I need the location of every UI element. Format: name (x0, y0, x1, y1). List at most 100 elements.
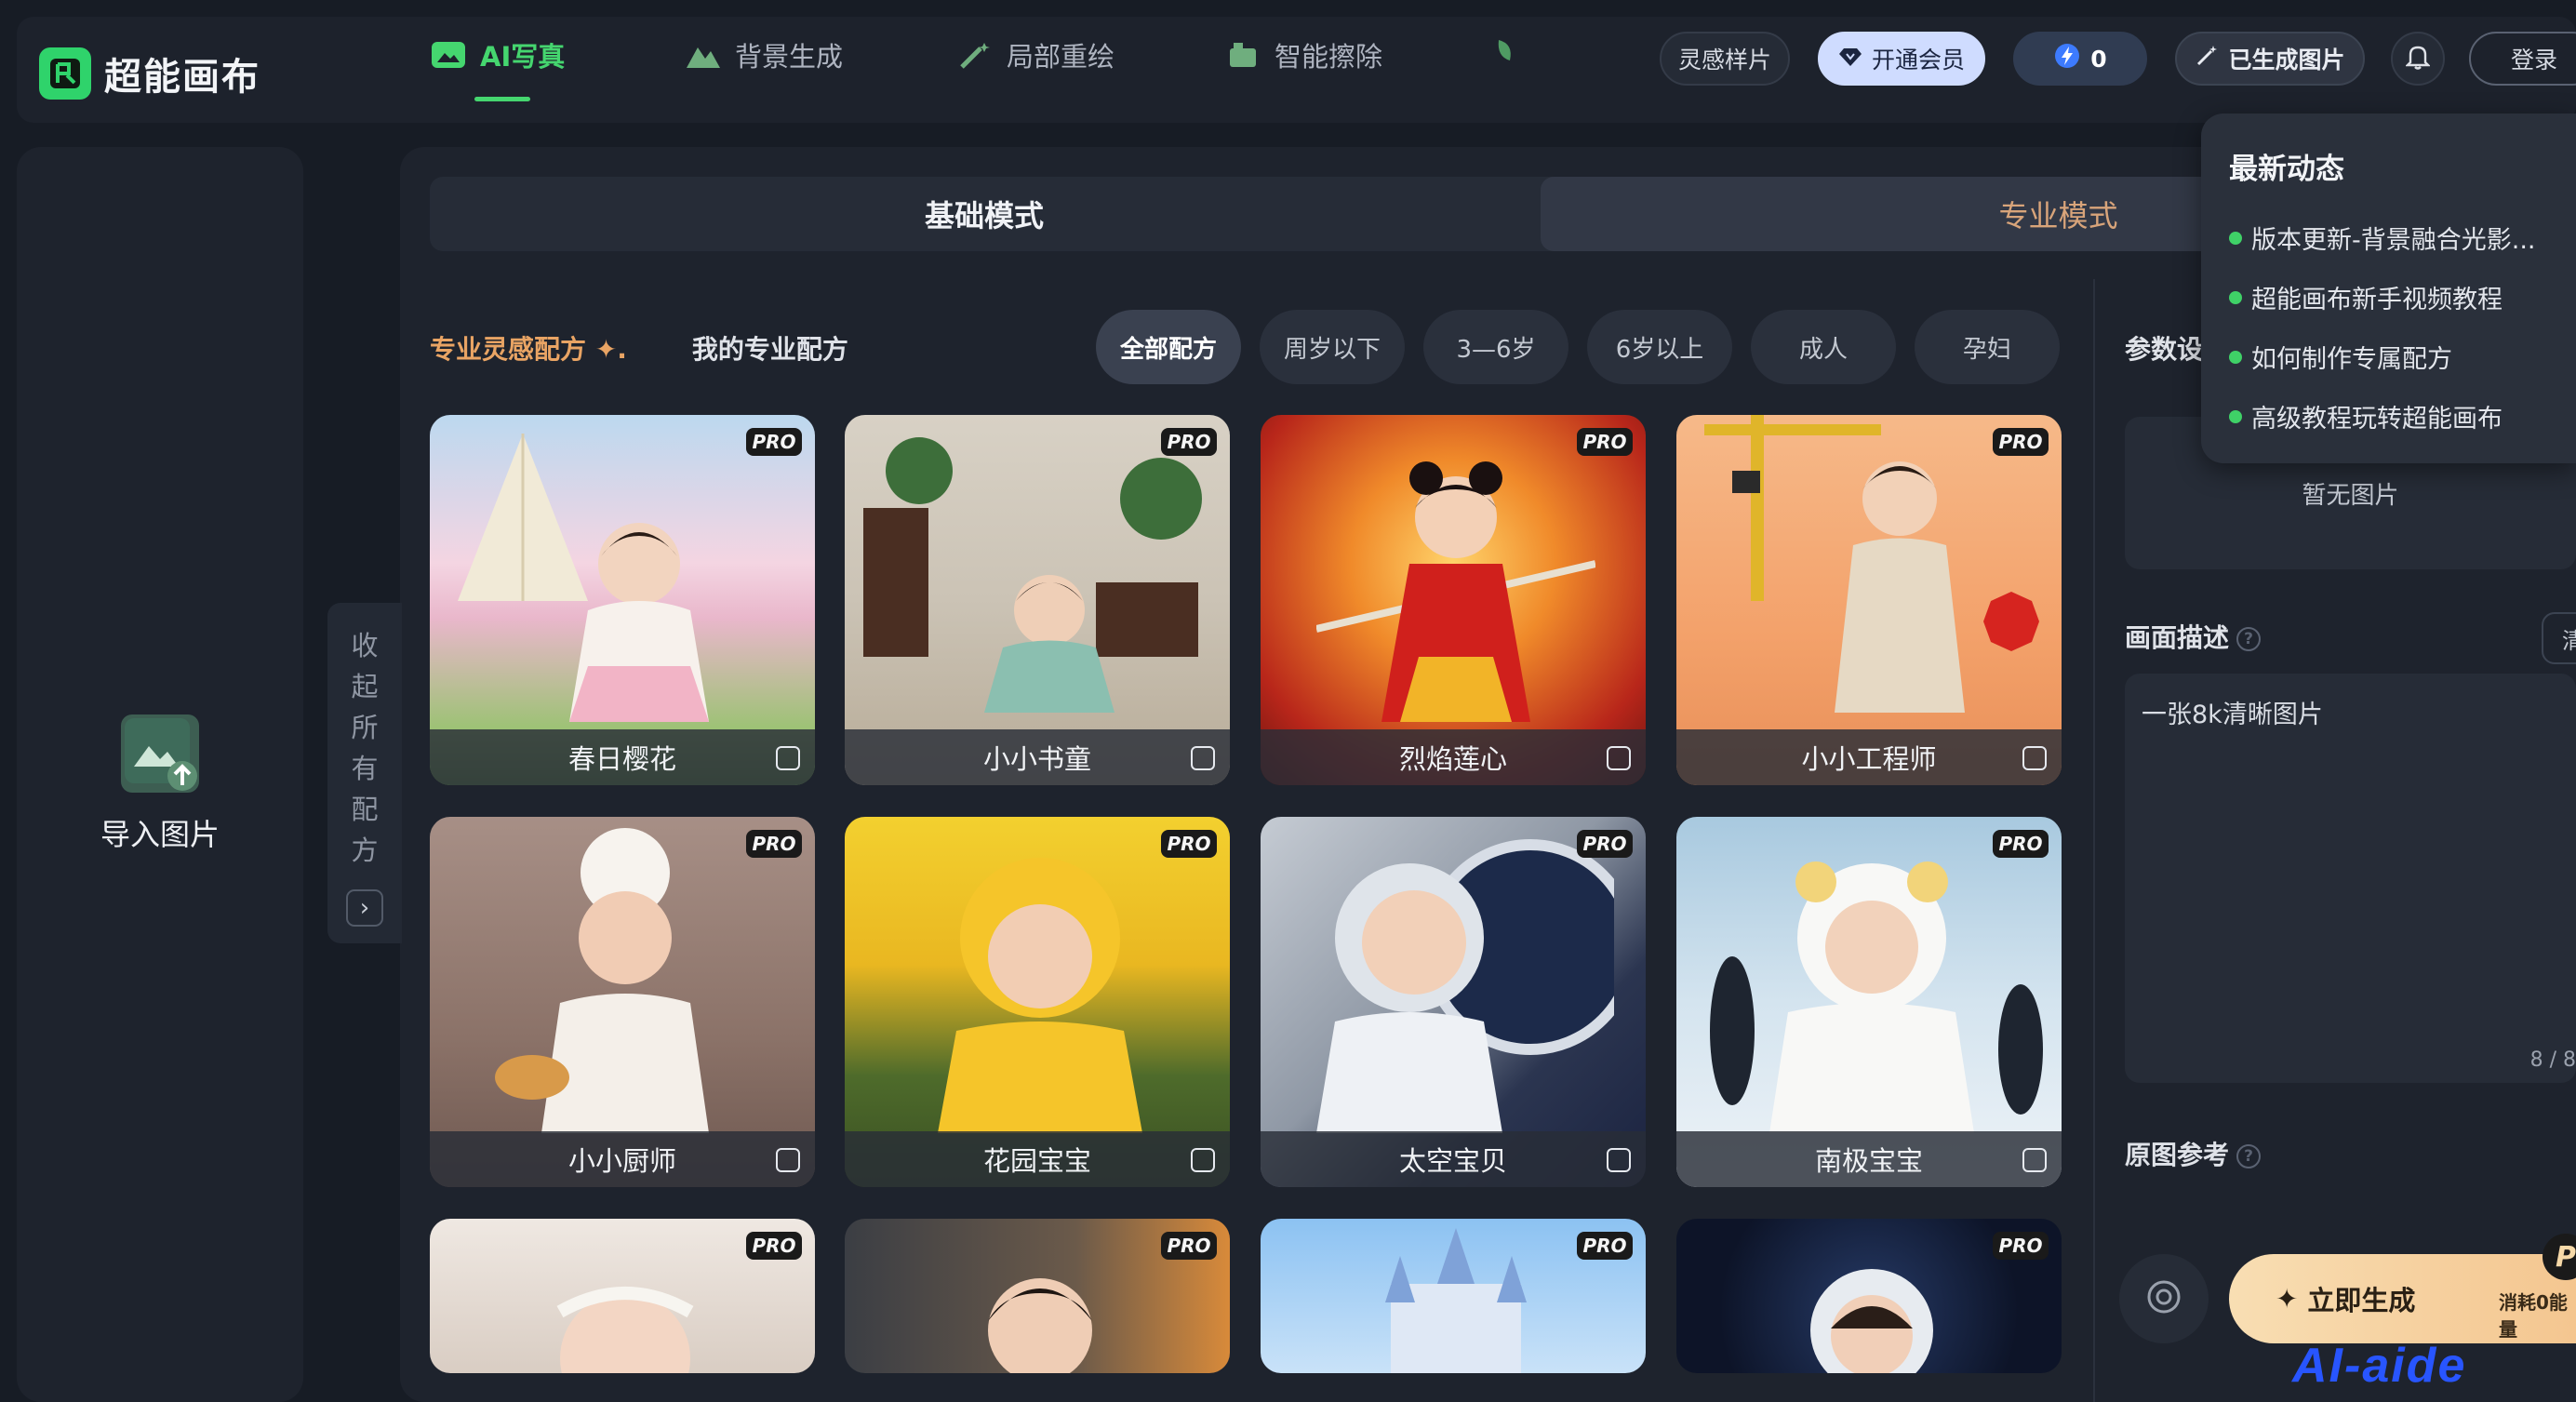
recipe-title: 太空宝贝 (1261, 1131, 1646, 1187)
help-icon[interactable]: ? (2236, 627, 2262, 651)
pro-badge: PRO (746, 428, 802, 456)
energy-balance[interactable]: 0 (2013, 32, 2147, 86)
notification-button[interactable] (2391, 32, 2445, 86)
collapse-recipes-text: 收起所有配方 (351, 630, 379, 866)
filter-over-6[interactable]: 6岁以上 (1587, 310, 1732, 384)
inspiration-samples-button[interactable]: 灵感样片 (1660, 32, 1790, 86)
generated-images-button[interactable]: 已生成图片 (2175, 32, 2365, 86)
login-button[interactable]: 登录 (2469, 32, 2576, 86)
news-item[interactable]: 如何制作专属配方 (2229, 339, 2452, 375)
bell-icon (2405, 44, 2431, 73)
vip-button[interactable]: 开通会员 (1818, 32, 1985, 86)
recipe-card[interactable]: PRO (1676, 1219, 2062, 1373)
desc-text: 一张8k清晰图片 (2142, 701, 2323, 729)
filter-pregnant[interactable]: 孕妇 (1915, 310, 2060, 384)
generate-label: 立即生成 (2307, 1285, 2416, 1316)
energy-count: 0 (2090, 45, 2107, 73)
copy-icon[interactable] (2022, 746, 2047, 770)
recipe-card[interactable]: PRO 花园宝宝 (845, 817, 1230, 1187)
filter-adult[interactable]: 成人 (1751, 310, 1896, 384)
sparkle-icon: ✦ (2276, 1283, 2299, 1315)
baby-illustration (938, 858, 1142, 1133)
recipe-card[interactable]: PRO 南极宝宝 (1676, 817, 2062, 1187)
inspiration-samples-label: 灵感样片 (1677, 47, 1771, 73)
copy-icon[interactable] (776, 746, 800, 770)
tab-partial-redraw-label: 局部重绘 (1007, 41, 1115, 73)
news-title: 最新动态 (2229, 153, 2344, 186)
tab-ai-photo[interactable]: AI写真 (430, 35, 565, 74)
pro-badge: PRO (1577, 428, 1633, 456)
castle-illustration (1385, 1228, 1527, 1373)
ref-section-label: 原图参考? (2125, 1135, 2262, 1172)
astronaut-illustration (1810, 1269, 1933, 1373)
eraser-icon (1224, 38, 1261, 72)
help-icon[interactable]: ? (2236, 1144, 2262, 1168)
app-logo[interactable]: 超能画布 (39, 47, 260, 100)
recipe-card[interactable]: PRO 小小厨师 (430, 817, 815, 1187)
desc-textarea[interactable]: 一张8k清晰图片 8 / 8 (2125, 674, 2576, 1083)
settings-icon (2143, 1276, 2184, 1321)
recipe-title: 小小厨师 (430, 1131, 815, 1187)
recipe-card[interactable]: PRO 小小书童 (845, 415, 1230, 785)
news-item-label: 超能画布新手视频教程 (2251, 286, 2503, 314)
filter-3-6[interactable]: 3—6岁 (1423, 310, 1568, 384)
engineer-illustration (1704, 415, 2039, 713)
copy-icon[interactable] (1191, 746, 1215, 770)
pro-badge: PRO (746, 1232, 802, 1260)
bullet-dot (2229, 409, 2242, 423)
copy-icon[interactable] (1607, 746, 1631, 770)
news-item[interactable]: 超能画布新手视频教程 (2229, 279, 2503, 315)
collapse-recipes-panel[interactable]: 收起所有配方 › (327, 603, 402, 943)
copy-icon[interactable] (2022, 1148, 2047, 1172)
leaf-icon (1487, 35, 1524, 69)
baby-illustration (569, 523, 709, 722)
filter-under-1[interactable]: 周岁以下 (1260, 310, 1405, 384)
recipe-card[interactable]: PRO 太空宝贝 (1261, 817, 1646, 1187)
mode-basic-tab[interactable]: 基础模式 (430, 177, 1539, 251)
import-image-button[interactable]: 导入图片 (17, 714, 303, 854)
clear-desc-button[interactable]: 清 (2542, 612, 2576, 664)
tab-my-recipes[interactable]: 我的专业配方 (692, 329, 848, 367)
chevron-right-icon[interactable]: › (346, 889, 383, 927)
polar-baby-illustration (1710, 861, 2043, 1133)
news-item[interactable]: 版本更新-背景融合光影... (2229, 220, 2536, 256)
tab-partial-redraw[interactable]: 局部重绘 (956, 35, 1114, 74)
tab-pro-inspiration-label: 专业灵感配方 (430, 334, 587, 365)
bullet-dot (2229, 350, 2242, 364)
filter-all[interactable]: 全部配方 (1096, 310, 1241, 384)
recipe-card[interactable]: PRO (845, 1219, 1230, 1373)
tab-smart-erase[interactable]: 智能擦除 (1224, 35, 1382, 74)
pro-badge: PRO (746, 830, 802, 858)
copy-icon[interactable] (1607, 1148, 1631, 1172)
age-filters: 全部配方 周岁以下 3—6岁 6岁以上 成人 孕妇 (1096, 310, 2060, 384)
news-item[interactable]: 高级教程玩转超能画布 (2229, 398, 2503, 434)
tab-more[interactable] (1487, 35, 1524, 69)
recipe-card[interactable]: PRO (430, 1219, 815, 1373)
recipe-card[interactable]: PRO (1261, 1219, 1646, 1373)
collapse-recipes-label: 收起所有配方 (327, 625, 402, 871)
recipe-card[interactable]: PRO 小小工程师 (1676, 415, 2062, 785)
desc-section-label: 画面描述? (2125, 618, 2262, 655)
recipe-card[interactable]: PRO 烈焰莲心 (1261, 415, 1646, 785)
news-dropdown: 最新动态 版本更新-背景融合光影... 超能画布新手视频教程 如何制作专属配方 … (2201, 113, 2576, 463)
pro-badge: PRO (1161, 830, 1217, 858)
pro-badge: PRO (1577, 830, 1633, 858)
magic-wand-icon (956, 38, 994, 72)
sparkle-icon: ✦. (594, 334, 627, 365)
diamond-icon (1838, 46, 1862, 73)
chef-illustration (495, 828, 709, 1133)
active-tab-indicator (474, 97, 530, 101)
copy-icon[interactable] (776, 1148, 800, 1172)
recipe-title: 南极宝宝 (1676, 1131, 2062, 1187)
generate-cost: 消耗0能量 (2499, 1291, 2568, 1341)
copy-icon[interactable] (1191, 1148, 1215, 1172)
settings-button[interactable] (2119, 1254, 2209, 1343)
astronaut-illustration (1316, 839, 1614, 1133)
pro-badge: PRO (1161, 428, 1217, 456)
tab-background-gen[interactable]: 背景生成 (685, 35, 843, 74)
recipe-card[interactable]: PRO 春日樱花 (430, 415, 815, 785)
boy-illustration (988, 1278, 1092, 1373)
mountain-icon (685, 38, 722, 72)
clear-label: 清 (2562, 627, 2576, 654)
tab-pro-inspiration[interactable]: 专业灵感配方 ✦. (430, 329, 627, 367)
